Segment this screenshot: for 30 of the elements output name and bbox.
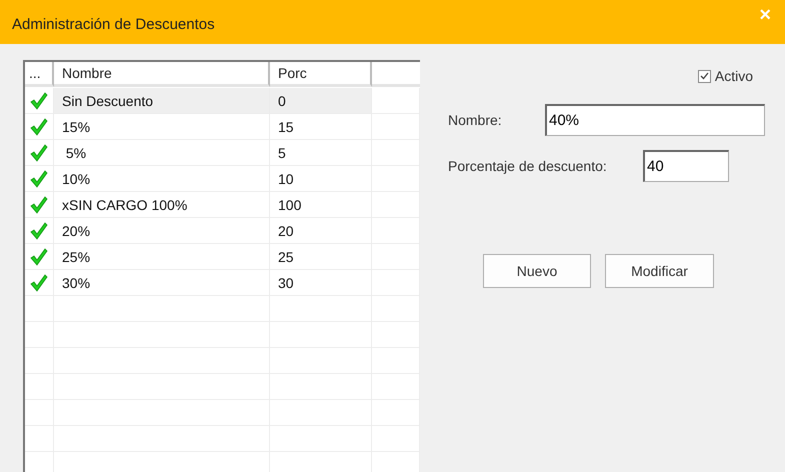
checkbox-box[interactable] (698, 70, 711, 82)
table-cell[interactable]: 20 (270, 218, 372, 244)
action-button[interactable]: Modificar (605, 254, 714, 288)
field-label: Nombre: (448, 112, 503, 128)
table-cell[interactable]: 5 (270, 140, 372, 166)
column-header[interactable]: ... (25, 62, 54, 87)
input-field[interactable]: 40 (643, 150, 729, 182)
table-cell[interactable]: 30% (54, 270, 270, 296)
table-cell[interactable]: Sin Descuento (54, 88, 270, 114)
table-cell[interactable]: 0 (270, 88, 372, 114)
table-cell[interactable]: 10 (270, 166, 372, 192)
table-cell[interactable]: 15 (270, 114, 372, 140)
table-cell[interactable]: 25% (54, 244, 270, 270)
table-cell[interactable]: 10% (54, 166, 270, 192)
table-cell[interactable]: 20% (54, 218, 270, 244)
table-cell[interactable]: 5% (54, 140, 270, 166)
table-cell[interactable]: 25 (270, 244, 372, 270)
checkmark-icon (700, 72, 709, 80)
table-cell[interactable]: 30 (270, 270, 372, 296)
column-header[interactable]: Nombre (54, 62, 270, 87)
input-field[interactable]: 40% (545, 104, 765, 136)
table-cell[interactable]: 15% (54, 114, 270, 140)
window-title: Administración de Descuentos (12, 16, 215, 33)
activo-checkbox[interactable]: Activo (698, 68, 753, 84)
checkbox-label: Activo (714, 68, 753, 84)
action-button[interactable]: Nuevo (483, 254, 591, 288)
table-cell[interactable]: 100 (270, 192, 372, 218)
column-header[interactable]: Porc (270, 62, 372, 87)
field-label: Porcentaje de descuento: (448, 158, 608, 174)
table-cell[interactable]: xSIN CARGO 100% (54, 192, 270, 218)
